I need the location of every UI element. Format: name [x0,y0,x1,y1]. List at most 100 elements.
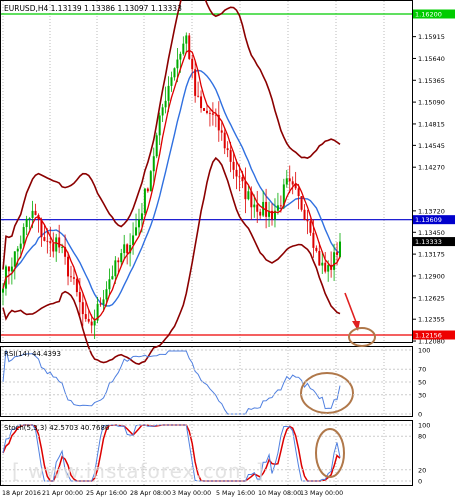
candle-body [327,265,330,272]
candle-body [158,115,161,136]
stoch-tick-label: 0 [418,478,422,486]
level-label: 1.13609 [415,216,442,224]
candle-body [10,266,13,272]
current-price-label: 1.13333 [415,238,442,246]
price-tick-label: 1.13720 [418,207,445,215]
candle-body [321,262,324,266]
candle-body [312,232,315,248]
chart-canvas: 1.15915 1.15640 1.15365 1.15090 1.14815 1.145… [0,0,455,497]
candle-body [7,266,10,272]
candle-body [108,279,111,290]
candle-body [333,252,336,270]
candle-body [132,235,135,246]
candle-body [220,130,223,133]
candle-body [170,77,173,86]
candle-body [229,150,232,162]
candle-body [69,276,72,278]
candle-body [49,241,52,244]
candle-body [137,219,140,228]
candle-body [300,196,303,210]
candle-body [140,213,143,220]
candle-body [185,35,188,44]
price-tick-label: 1.12900 [418,272,445,280]
candle-body [84,314,87,319]
candle-body [19,243,22,249]
candle-body [288,178,291,182]
candle-body [197,95,200,97]
candle-body [105,289,108,300]
candle-body [176,59,179,69]
candle-body [143,188,146,214]
time-tick-label: 18 Apr 2016 [2,490,41,497]
candle-body [241,177,244,182]
candle-body [256,204,259,212]
candle-body [123,244,126,254]
candle-body [81,302,84,315]
candle-body [279,205,282,207]
candle-body [211,113,214,115]
price-tick-label: 1.15915 [418,33,445,41]
candle-body [161,107,164,116]
candle-body [167,85,170,101]
candle-body [203,108,206,111]
candle-body [244,181,247,200]
rsi-tick-label: 70 [418,366,426,374]
candle-body [52,243,55,252]
rsi-tick-label: 0 [418,411,422,419]
candle-body [126,244,129,254]
candle-body [58,237,61,248]
main-panel [0,0,413,343]
candle-body [135,227,138,236]
candle-body [149,171,152,192]
price-tick-label: 1.13450 [418,229,445,237]
candle-body [306,219,309,222]
candle-body [16,248,19,252]
watermark: [ www.instaforex.com ] [12,459,265,483]
candle-body [87,318,90,322]
candle-body [75,278,78,293]
rsi-tick-label: 100 [418,347,430,355]
price-tick-label: 1.14270 [418,164,445,172]
price-tick-label: 1.12625 [418,294,445,302]
price-tick-label: 1.13175 [418,251,445,259]
candle-body [194,69,197,96]
candle-body [291,181,294,185]
candle-body [90,321,93,326]
time-tick-label: 10 May 08:00 [258,490,301,497]
time-tick-label: 5 May 16:00 [216,490,255,497]
candle-body [31,210,34,218]
candle-body [276,205,279,211]
candle-body [205,110,208,113]
candle-body [253,204,256,208]
candle-body [55,237,58,252]
candle-body [309,221,312,233]
time-tick-label: 13 May 00:00 [300,490,343,497]
candle-body [102,299,105,305]
candle-body [173,68,176,78]
price-tick-label: 1.15365 [418,77,445,85]
candle-body [247,191,250,200]
candle-body [297,188,300,197]
rsi-tick-label: 30 [418,391,426,399]
candle-body [285,178,288,185]
rsi-header: RSI(14) 44.4393 [4,350,61,358]
candle-body [152,156,155,172]
chart-window: 1.15915 1.15640 1.15365 1.15090 1.14815 1.145… [0,0,456,500]
candle-body [232,161,235,170]
candle-body [61,247,64,248]
candle-body [22,227,25,244]
candle-body [72,277,75,279]
candle-body [2,288,4,293]
price-tick-label: 1.12355 [418,316,445,324]
level-label: 1.16200 [415,11,442,19]
candle-body [336,252,339,255]
candle-body [303,209,306,220]
time-axis: 18 Apr 2016 21 Apr 00:00 25 Apr 16:00 28 Ap… [2,490,343,497]
candle-body [111,276,114,280]
price-tick-label: 1.14815 [418,120,445,128]
stoch-tick-label: 100 [418,422,430,430]
candle-body [208,112,211,114]
stoch-header: Stoch(5,3,3) 42.5703 40.7686 [4,424,110,432]
candle-body [155,135,158,157]
candle-body [99,303,102,305]
